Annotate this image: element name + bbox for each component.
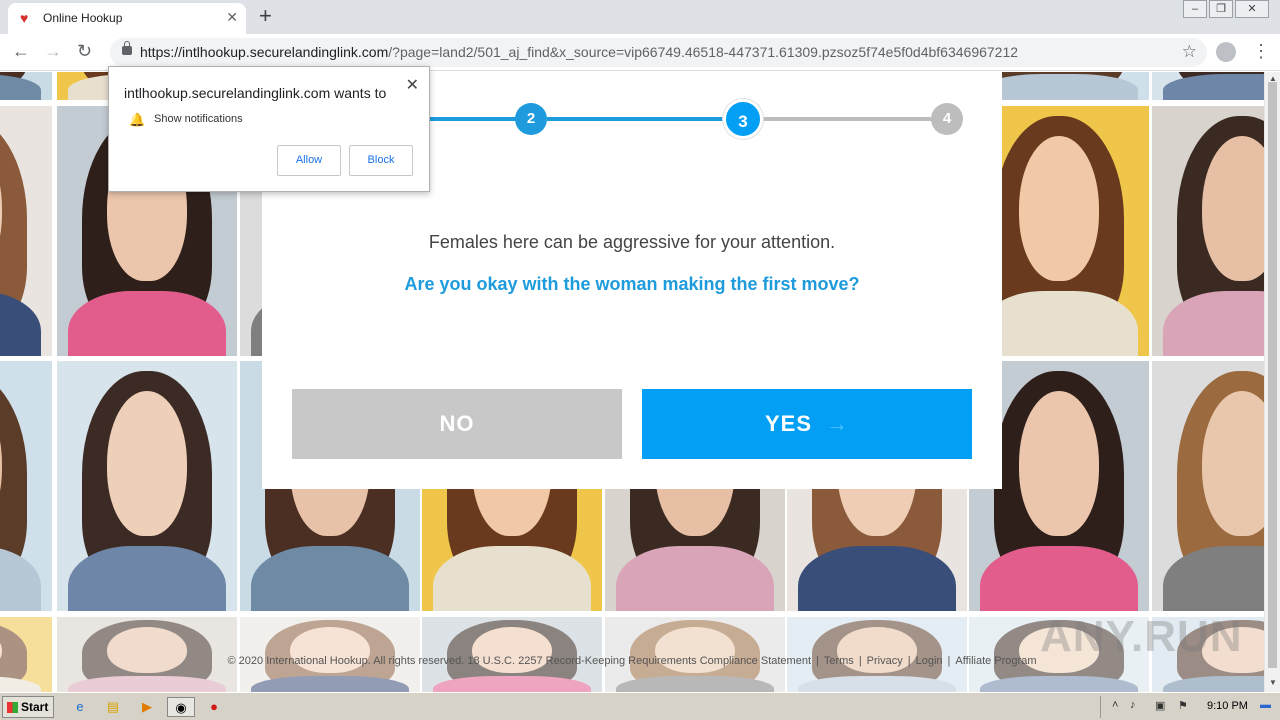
new-tab-icon[interactable]: + xyxy=(259,5,272,27)
portrait-tile xyxy=(0,361,52,611)
clock: 9:10 PM xyxy=(1207,700,1248,712)
reload-icon[interactable]: ↻ xyxy=(77,41,92,61)
permission-text: Show notifications xyxy=(154,113,243,125)
network-icon[interactable]: ▣ xyxy=(1155,699,1165,712)
tab-title: Online Hookup xyxy=(43,11,123,25)
allow-button[interactable]: Allow xyxy=(277,145,341,176)
heart-icon: ♥ xyxy=(20,10,29,26)
flag-icon[interactable]: ⚑ xyxy=(1178,699,1188,712)
step-3-active: 3 xyxy=(723,99,763,139)
portrait-tile xyxy=(1152,106,1264,356)
lock-icon xyxy=(122,41,132,55)
system-tray xyxy=(1100,696,1278,718)
volume-icon[interactable]: ♪ xyxy=(1130,699,1136,711)
url-text[interactable]: https://intlhookup.securelandinglink.com… xyxy=(140,44,1018,60)
start-button[interactable]: Start xyxy=(2,696,54,718)
folder-icon[interactable]: ▤ xyxy=(103,697,123,717)
warning-icon[interactable]: ● xyxy=(204,697,224,717)
portrait-tile xyxy=(57,361,237,611)
portrait-tile xyxy=(1152,361,1264,611)
browser-tab[interactable]: ♥ Online Hookup ✕ xyxy=(8,3,246,34)
media-player-icon[interactable]: ▶ xyxy=(137,697,157,717)
menu-kebab-icon[interactable]: ⋮ xyxy=(1252,41,1270,61)
progress-line-done xyxy=(547,117,737,121)
step-2: 2 xyxy=(515,103,547,135)
taskbar: Start e ▤ ▶ ◉ ● ˄ ♪ ▣ ⚑ 9:10 PM ▬ xyxy=(0,692,1280,720)
bell-icon: 🔔 xyxy=(129,112,146,127)
terms-link[interactable]: Terms xyxy=(824,655,854,667)
popup-title: intlhookup.securelandinglink.com wants t… xyxy=(124,85,387,101)
arrow-right-icon: → xyxy=(826,411,850,436)
profile-avatar-icon[interactable] xyxy=(1216,42,1236,62)
back-icon[interactable]: ← xyxy=(12,41,30,61)
close-icon[interactable]: ✕ xyxy=(226,9,238,25)
footer: © 2020 International Hookup. All rights … xyxy=(227,655,1037,667)
question-text: Are you okay with the woman making the f… xyxy=(404,274,860,294)
forward-icon[interactable]: → xyxy=(44,41,62,61)
bookmark-star-icon[interactable]: ☆ xyxy=(1182,42,1197,62)
page-scrollbar[interactable]: ▲ ▼ xyxy=(1264,72,1280,692)
login-link[interactable]: Login xyxy=(916,655,943,667)
close-icon[interactable]: ✕ xyxy=(406,75,419,95)
privacy-link[interactable]: Privacy xyxy=(867,655,903,667)
progress-line-pending xyxy=(762,117,942,121)
affiliate-link[interactable]: Affiliate Program xyxy=(955,655,1036,667)
notification-permission-popup: intlhookup.securelandinglink.com wants t… xyxy=(108,66,430,192)
restore-icon[interactable]: ❐ xyxy=(1209,0,1233,18)
tab-bar: ♥ Online Hookup ✕ + – ❐ ✕ xyxy=(0,0,1280,34)
statement-text: Females here can be aggressive for your … xyxy=(428,232,836,252)
portrait-tile xyxy=(0,72,52,100)
address-bar[interactable]: https://intlhookup.securelandinglink.com… xyxy=(110,38,1207,67)
no-button[interactable]: NO xyxy=(292,389,622,459)
minimize-icon[interactable]: – xyxy=(1183,0,1207,18)
chrome-icon[interactable]: ◉ xyxy=(167,697,195,717)
copyright-text: © 2020 International Hookup. All rights … xyxy=(227,655,811,667)
windows-logo-icon xyxy=(7,702,18,713)
window-close-icon[interactable]: ✕ xyxy=(1235,0,1269,18)
step-4: 4 xyxy=(931,103,963,135)
portrait-tile xyxy=(0,106,52,356)
scroll-down-icon[interactable]: ▼ xyxy=(1269,678,1277,687)
show-desktop-icon[interactable]: ▬ xyxy=(1260,699,1271,711)
tray-expand-icon[interactable]: ˄ xyxy=(1112,699,1118,711)
ie-icon[interactable]: e xyxy=(70,697,90,717)
block-button[interactable]: Block xyxy=(349,145,413,176)
yes-button[interactable]: YES → xyxy=(642,389,972,459)
scroll-thumb[interactable] xyxy=(1268,82,1277,668)
portrait-tile xyxy=(1152,72,1264,100)
